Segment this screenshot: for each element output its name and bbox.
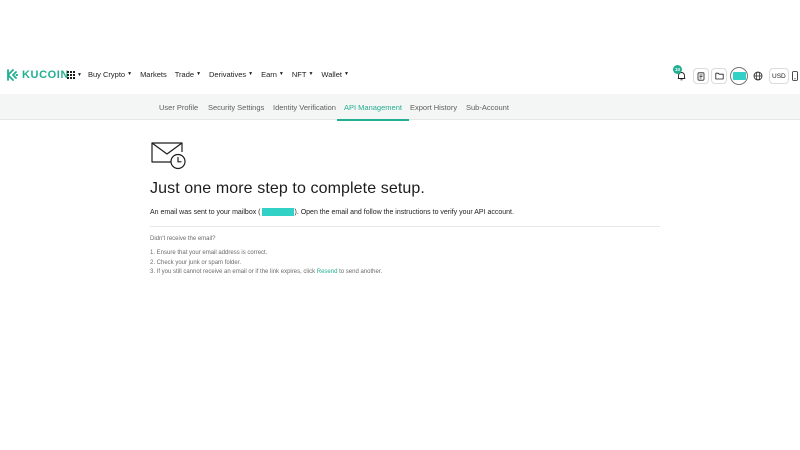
avatar-image (732, 72, 746, 80)
kucoin-logo-text: KUCOIN (22, 69, 69, 81)
notification-count-badge: 10 (673, 65, 682, 74)
nav-item-wallet[interactable]: Wallet ▼ (321, 70, 349, 79)
apps-menu-button[interactable]: ▼ (67, 71, 82, 79)
resend-link[interactable]: Resend (317, 269, 338, 275)
notifications-button[interactable]: 10 (673, 65, 688, 83)
assets-button[interactable] (711, 68, 727, 84)
message-text-end: ). Open the email and follow the instruc… (294, 208, 514, 216)
step-text: 3. If you still cannot receive an email … (150, 269, 317, 275)
nav-item-label: Buy Crypto (88, 70, 126, 79)
folder-icon (714, 72, 724, 80)
nav-item-label: Earn (261, 70, 277, 79)
top-navigation: KUCOIN ▼ Buy Crypto ▼ Markets Trade ▼ De… (0, 62, 800, 90)
account-subnav: User Profile Security Settings Identity … (0, 94, 800, 121)
nav-item-earn[interactable]: Earn ▼ (261, 70, 284, 79)
chevron-down-icon: ▼ (77, 71, 82, 78)
currency-selector[interactable]: USD (769, 68, 789, 84)
chevron-down-icon: ▼ (278, 71, 284, 77)
message-text-start: An email was sent to your mailbox ( (150, 208, 261, 216)
tab-export-history[interactable]: Export History (410, 94, 457, 120)
nav-item-label: Markets (140, 70, 167, 79)
page-title: Just one more step to complete setup. (150, 180, 425, 197)
apps-grid-icon (67, 71, 75, 79)
chevron-down-icon: ▼ (196, 71, 202, 77)
redacted-email (261, 208, 294, 216)
avatar[interactable] (730, 67, 748, 85)
list-item: 2. Check your junk or spam folder. (150, 259, 242, 266)
tab-identity-verification[interactable]: Identity Verification (273, 94, 336, 120)
chevron-down-icon: ▼ (127, 71, 133, 77)
nav-item-buy-crypto[interactable]: Buy Crypto ▼ (88, 70, 132, 79)
nav-item-label: Wallet (321, 70, 342, 79)
help-steps-list: 1. Ensure that your email address is cor… (150, 250, 382, 279)
help-heading: Didn't receive the email? (150, 236, 216, 242)
nav-item-label: NFT (291, 70, 307, 79)
main-menu: Buy Crypto ▼ Markets Trade ▼ Derivatives… (88, 70, 349, 79)
mobile-icon (792, 71, 798, 81)
tab-user-profile[interactable]: User Profile (159, 94, 198, 120)
step-text: to send another. (337, 269, 383, 275)
kucoin-logo[interactable]: KUCOIN (7, 69, 69, 81)
language-button[interactable] (751, 69, 765, 83)
chevron-down-icon: ▼ (308, 71, 314, 77)
tab-security-settings[interactable]: Security Settings (208, 94, 264, 120)
email-sent-message: An email was sent to your mailbox ( ). O… (150, 208, 514, 216)
tab-api-management[interactable]: API Management (337, 94, 409, 121)
email-pending-icon (150, 140, 188, 177)
nav-item-trade[interactable]: Trade ▼ (175, 70, 201, 79)
chevron-down-icon: ▼ (248, 71, 254, 77)
orders-icon (697, 71, 705, 81)
orders-button[interactable] (693, 68, 709, 84)
divider (150, 226, 660, 227)
globe-icon (753, 71, 763, 81)
nav-item-label: Trade (174, 70, 195, 79)
list-item: 1. Ensure that your email address is cor… (150, 250, 268, 256)
nav-item-nft[interactable]: NFT ▼ (292, 70, 314, 79)
chevron-down-icon: ▼ (343, 71, 349, 77)
download-app-button[interactable] (791, 69, 799, 83)
kucoin-logo-icon (7, 69, 18, 81)
nav-item-derivatives[interactable]: Derivatives ▼ (209, 70, 253, 79)
nav-item-markets[interactable]: Markets (140, 70, 167, 79)
tab-sub-account[interactable]: Sub-Account (466, 94, 509, 120)
list-item: 3. If you still cannot receive an email … (150, 269, 382, 279)
nav-item-label: Derivatives (209, 70, 247, 79)
